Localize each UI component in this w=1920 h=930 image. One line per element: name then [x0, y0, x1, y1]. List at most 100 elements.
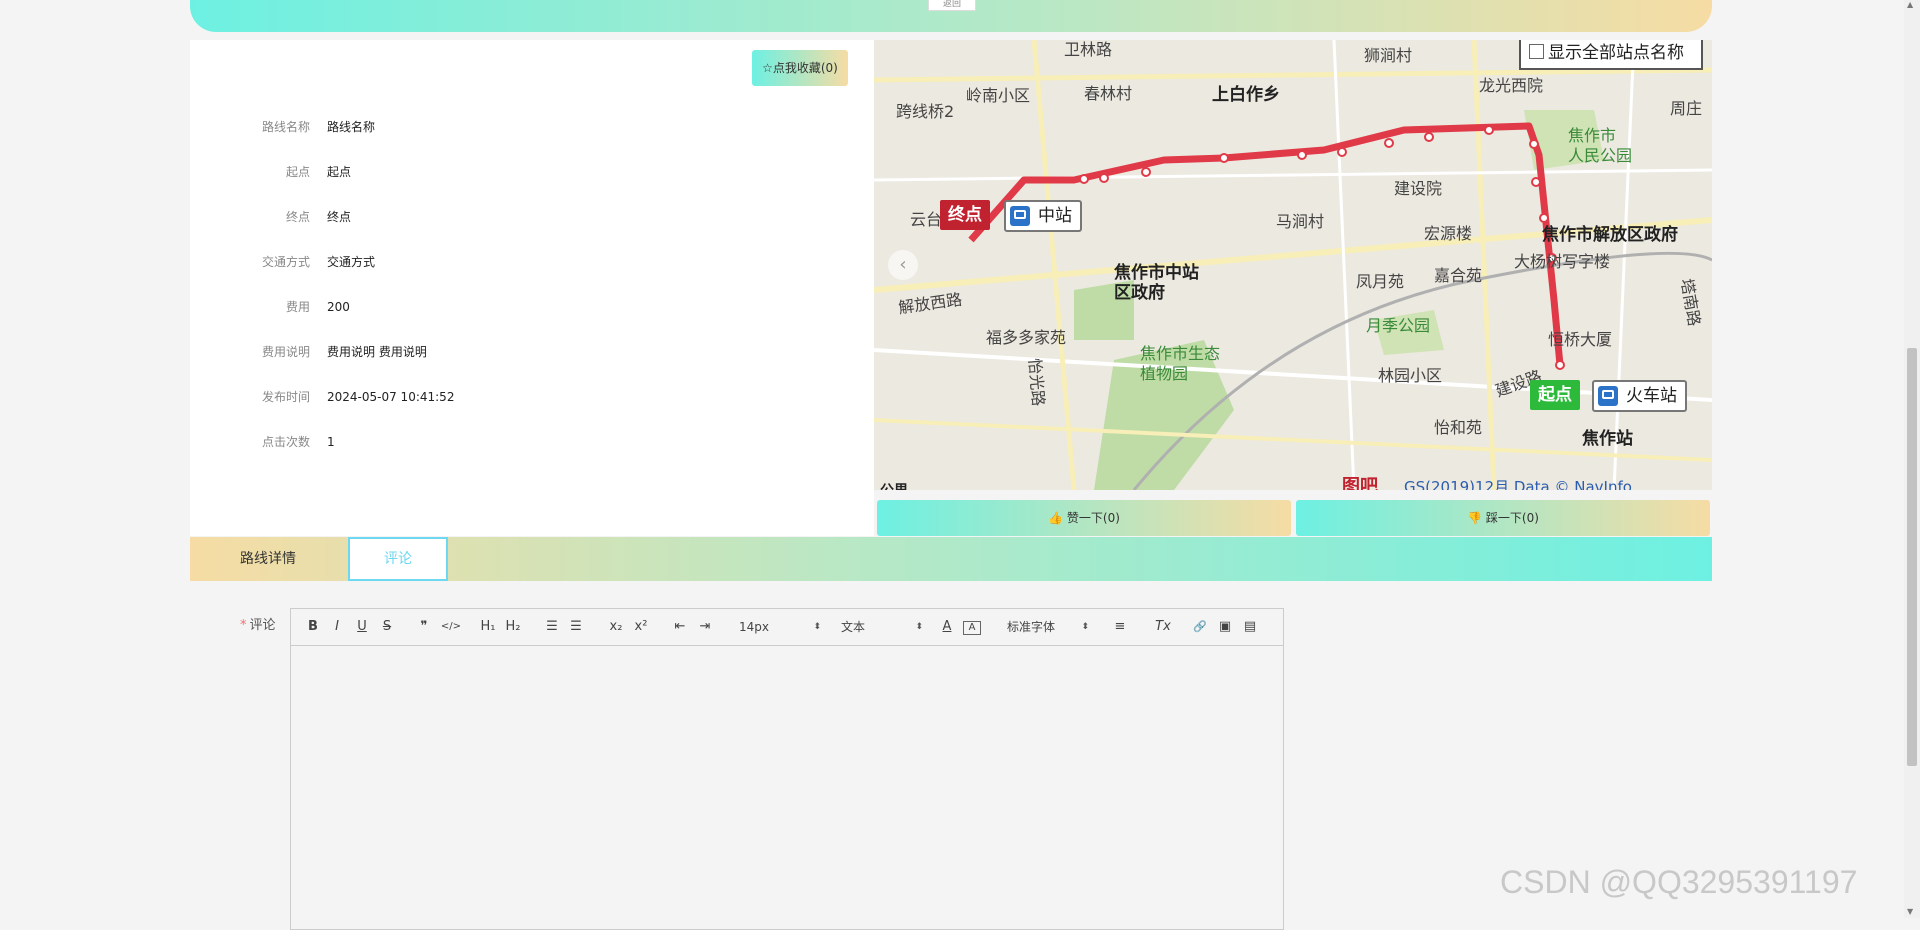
- comment-text-area[interactable]: [291, 646, 1283, 929]
- editor-toolbar: B I U S ❞ </> H₁ H₂ ☰ ☰ x₂ x² ⇤ ⇥ 14px ⬍ …: [291, 609, 1283, 646]
- end-point-tag: 终点: [940, 200, 990, 230]
- header1-button[interactable]: H₁: [478, 618, 498, 636]
- map-place: 龙光西院: [1479, 76, 1544, 95]
- bold-button[interactable]: B: [305, 618, 321, 636]
- map-place: 焦作市解放区政府: [1542, 225, 1678, 245]
- route-name-value: 路线名称: [327, 120, 376, 134]
- route-map[interactable]: 卫林路 狮涧村 岭南小区 春林村 上白作乡 龙光西院 周庄 跨线桥2 焦作市 人…: [874, 40, 1712, 490]
- outdent-button[interactable]: ⇤: [671, 618, 689, 636]
- indent-button[interactable]: ⇥: [696, 618, 714, 636]
- map-place: 周庄: [1670, 99, 1703, 118]
- map-logo: 图吧: [1342, 476, 1378, 490]
- map-place: 植物园: [1140, 364, 1189, 383]
- select-arrow-icon: ⬍: [813, 622, 821, 632]
- image-button[interactable]: ▣: [1216, 618, 1234, 636]
- clicks-label: 点击次数: [261, 435, 310, 449]
- comment-label-text: 评论: [249, 618, 276, 633]
- show-all-stations-checkbox[interactable]: [1529, 44, 1544, 59]
- watermark: CSDN @QQ3295391197: [1500, 864, 1858, 900]
- transport-value: 交通方式: [327, 255, 376, 269]
- start-station-name: 火车站: [1626, 386, 1677, 406]
- map-place: 人民公园: [1568, 146, 1633, 165]
- route-name-label: 路线名称: [261, 120, 310, 134]
- map-place: 恒桥大厦: [1548, 330, 1613, 349]
- header-value: 文本: [841, 620, 866, 634]
- map-scale: 公里: [880, 480, 908, 490]
- header-select[interactable]: 文本 ⬍: [841, 618, 923, 636]
- back-button[interactable]: 返回: [928, 0, 976, 11]
- underline-button[interactable]: U: [354, 618, 370, 636]
- tab-comment[interactable]: 评论: [348, 537, 448, 581]
- clicks-value: 1: [327, 435, 335, 449]
- map-place: 宏源楼: [1424, 224, 1473, 243]
- cost-value: 200: [327, 300, 350, 314]
- scroll-up-icon[interactable]: ▲: [1907, 0, 1913, 9]
- font-color-button[interactable]: A: [939, 618, 955, 636]
- clean-format-button[interactable]: Tx: [1153, 618, 1173, 636]
- select-arrow-icon: ⬍: [1081, 622, 1089, 632]
- map-place: 林园小区: [1378, 366, 1443, 385]
- map-place: 焦作站: [1582, 429, 1633, 449]
- align-button[interactable]: ≡: [1111, 618, 1129, 636]
- map-place: 凤月苑: [1356, 272, 1405, 291]
- cost-label: 费用: [285, 300, 310, 314]
- show-all-stations-toggle[interactable]: 显示全部站点名称: [1519, 40, 1703, 70]
- map-place: 怡和苑: [1434, 418, 1483, 437]
- map-place: 跨线桥2: [896, 102, 955, 121]
- map-place: 大杨树写字楼: [1514, 252, 1611, 271]
- detail-tabs: 路线详情 评论: [190, 537, 1712, 581]
- header2-button[interactable]: H₂: [503, 618, 523, 636]
- map-place: 春林村: [1084, 84, 1133, 103]
- scroll-down-icon[interactable]: ▼: [1907, 907, 1913, 916]
- font-size-value: 14px: [739, 620, 769, 634]
- link-button[interactable]: 🔗: [1191, 618, 1209, 636]
- like-label: 赞一下(0): [1066, 511, 1120, 525]
- map-pan-left-icon[interactable]: ‹: [888, 250, 918, 280]
- scroll-thumb[interactable]: [1907, 348, 1917, 766]
- thumbs-up-icon: 👍: [1048, 511, 1064, 525]
- page-scrollbar[interactable]: ▲ ▼: [1904, 0, 1920, 918]
- tab-route-details[interactable]: 路线详情: [190, 537, 346, 581]
- map-place: 福多多家苑: [986, 328, 1067, 347]
- italic-button[interactable]: I: [329, 618, 345, 636]
- font-family-select[interactable]: 标准字体 ⬍: [1007, 618, 1089, 636]
- map-copyright: GS(2019)12月 Data © NavInfo: [1404, 478, 1632, 490]
- bus-icon: [1010, 206, 1030, 226]
- blockquote-button[interactable]: ❞: [415, 618, 433, 636]
- map-place: 狮涧村: [1364, 46, 1413, 65]
- code-block-button[interactable]: </>: [440, 618, 462, 636]
- map-place: 区政府: [1114, 283, 1165, 303]
- map-place: 嘉合苑: [1434, 266, 1483, 285]
- comment-field-label: * 评论: [240, 614, 276, 633]
- map-place: 建设院: [1394, 179, 1443, 198]
- map-place: 月季公园: [1366, 316, 1431, 335]
- subscript-button[interactable]: x₂: [606, 618, 626, 636]
- thumbs-down-icon: 👎: [1467, 511, 1483, 525]
- comment-editor[interactable]: B I U S ❞ </> H₁ H₂ ☰ ☰ x₂ x² ⇤ ⇥ 14px ⬍ …: [290, 608, 1284, 930]
- start-station-label: 火车站: [1592, 380, 1687, 412]
- superscript-button[interactable]: x²: [631, 618, 651, 636]
- dislike-button[interactable]: 👎 踩一下(0): [1296, 500, 1710, 536]
- map-place: 云台: [910, 210, 943, 229]
- background-color-button[interactable]: A: [963, 621, 981, 635]
- video-button[interactable]: ▤: [1241, 618, 1259, 636]
- map-place: 上白作乡: [1212, 85, 1280, 105]
- publish-time-label: 发布时间: [261, 390, 310, 404]
- dislike-label: 踩一下(0): [1485, 511, 1539, 525]
- start-value: 起点: [327, 165, 352, 179]
- like-button[interactable]: 👍 赞一下(0): [877, 500, 1291, 536]
- start-point-tag: 起点: [1530, 380, 1580, 410]
- map-place: 怡光路: [1024, 357, 1049, 407]
- end-label: 终点: [285, 210, 310, 224]
- ordered-list-button[interactable]: ☰: [543, 618, 561, 636]
- favorite-button[interactable]: ☆点我收藏(0): [752, 50, 848, 86]
- select-arrow-icon: ⬍: [915, 622, 923, 632]
- cost-desc-value: 费用说明 费用说明: [327, 345, 427, 359]
- show-all-stations-label: 显示全部站点名称: [1548, 43, 1684, 63]
- strike-button[interactable]: S: [379, 618, 395, 636]
- end-value: 终点: [327, 210, 352, 224]
- publish-time-value: 2024-05-07 10:41:52: [327, 390, 455, 404]
- font-size-select[interactable]: 14px ⬍: [739, 618, 821, 636]
- bullet-list-button[interactable]: ☰: [567, 618, 585, 636]
- start-label: 起点: [285, 165, 310, 179]
